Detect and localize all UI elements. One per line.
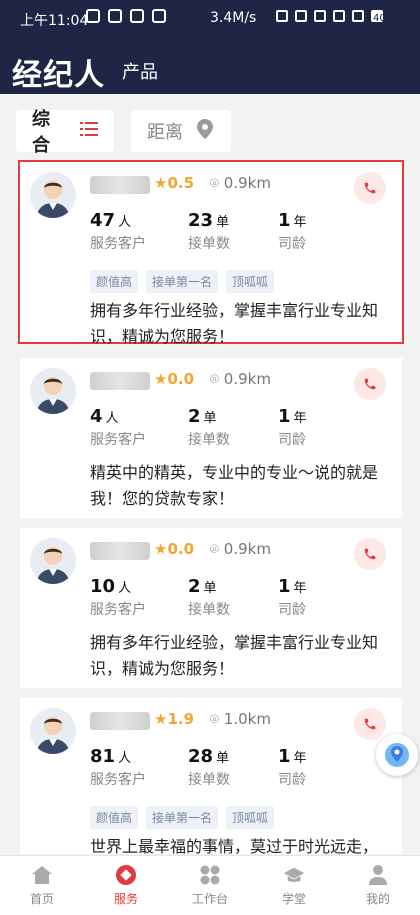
stat-customers: 4 人服务客户	[90, 406, 146, 448]
avatar	[30, 708, 76, 754]
phone-icon	[364, 548, 376, 560]
location-pin-icon: ⌾	[210, 540, 224, 558]
app-notification-icon	[152, 9, 166, 23]
agent-description: 精英中的精英，专业中的专业～说的就是我！您的贷款专家！	[90, 463, 379, 508]
bottom-nav: 首页 服务 工作台 学堂 我的	[0, 855, 420, 915]
home-icon	[31, 864, 53, 886]
bluetooth-icon	[276, 10, 288, 22]
agent-tags: 颜值高 接单第一名 顶呱呱	[90, 270, 275, 293]
phone-icon	[364, 182, 376, 194]
page-title: 经纪人	[12, 58, 105, 93]
status-system-icons: 40	[276, 10, 386, 24]
signal-icon	[333, 10, 345, 22]
tag: 顶呱呱	[226, 806, 275, 829]
stat-tenure: 1 年司龄	[278, 210, 307, 252]
nav-workbench[interactable]: 工作台	[168, 856, 252, 915]
agent-rating: ★0.0	[154, 370, 195, 388]
star-icon: ★	[154, 710, 168, 728]
location-pin-icon: ⌾	[210, 370, 224, 388]
list-icon	[80, 121, 98, 142]
alarm-icon	[295, 10, 307, 22]
stat-tenure: 1 年司龄	[278, 406, 307, 448]
agent-tags: 颜值高 接单第一名 顶呱呱	[90, 806, 275, 829]
tag: 颜值高	[90, 806, 139, 829]
location-pin-icon: ⌾	[210, 174, 224, 192]
wifi-icon	[352, 10, 364, 22]
profile-icon	[367, 864, 389, 886]
stat-orders: 23 单接单数	[188, 210, 230, 252]
product-tab[interactable]: 产品	[122, 58, 158, 84]
agent-rating: ★1.9	[154, 710, 195, 728]
signal-icon	[314, 10, 326, 22]
call-button[interactable]	[354, 172, 386, 204]
avatar	[30, 172, 76, 218]
map-pin-icon	[385, 743, 409, 767]
stat-customers: 81 人服务客户	[90, 746, 146, 788]
location-pin-icon: ⌾	[210, 710, 224, 728]
filter-label: 距离	[147, 122, 183, 143]
app-notification-icon	[130, 9, 144, 23]
tag: 顶呱呱	[226, 270, 275, 293]
agent-description: 世界上最幸福的事情，莫过于时光远走，	[90, 837, 379, 854]
nav-service[interactable]: 服务	[84, 856, 168, 915]
agent-rating: ★0.5	[154, 174, 195, 192]
avatar	[30, 538, 76, 584]
agent-name-blurred	[90, 372, 150, 390]
tag: 接单第一名	[146, 270, 219, 293]
stat-tenure: 1 年司龄	[278, 746, 307, 788]
tag: 接单第一名	[146, 806, 219, 829]
map-floating-button[interactable]	[376, 734, 418, 776]
agent-card[interactable]: ★0.0 ⌾ 0.9km 4 人服务客户 2 单接单数 1 年司龄 精英中的精英，专业…	[20, 358, 402, 518]
agent-description: 拥有多年行业经验，掌握丰富行业专业知识，精诚为您服务！	[90, 633, 379, 678]
agent-name-blurred	[90, 176, 150, 194]
status-app-icons	[86, 9, 166, 23]
agent-card[interactable]: ★1.9 ⌾ 1.0km 81 人服务客户 28 单接单数 1 年司龄 颜值高 接单第…	[20, 698, 402, 854]
stat-customers: 10 人服务客户	[90, 576, 146, 618]
call-button[interactable]	[354, 538, 386, 570]
agent-card[interactable]: ★0.5 ⌾ 0.9km 47 人服务客户 23 单接单数 1 年司龄 颜值高 接单第…	[18, 160, 404, 346]
agent-distance: ⌾ 0.9km	[210, 540, 271, 558]
filter-bar: 综合 距离	[0, 94, 420, 160]
star-icon: ★	[154, 370, 168, 388]
top-header: 上午11:04 3.4M/s 40 经纪人 产品	[0, 0, 420, 94]
agent-distance: ⌾ 0.9km	[210, 174, 271, 192]
stat-customers: 47 人服务客户	[90, 210, 146, 252]
filter-distance[interactable]: 距离	[131, 110, 231, 152]
tag: 颜值高	[90, 270, 139, 293]
filter-comprehensive[interactable]: 综合	[16, 109, 114, 156]
stat-orders: 2 单接单数	[188, 576, 230, 618]
network-speed: 3.4M/s	[210, 10, 257, 26]
app-notification-icon	[86, 9, 100, 23]
agent-name-blurred	[90, 712, 150, 730]
phone-icon	[364, 718, 376, 730]
agent-distance: ⌾ 1.0km	[210, 710, 271, 728]
call-button[interactable]	[354, 708, 386, 740]
stat-orders: 2 单接单数	[188, 406, 230, 448]
agent-distance: ⌾ 0.9km	[210, 370, 271, 388]
nav-profile[interactable]: 我的	[336, 856, 420, 915]
agent-rating: ★0.0	[154, 540, 195, 558]
call-button[interactable]	[354, 368, 386, 400]
stat-orders: 28 单接单数	[188, 746, 230, 788]
graduation-cap-icon	[283, 864, 305, 886]
filter-label: 综合	[32, 109, 50, 156]
status-bar: 上午11:04 3.4M/s 40	[0, 0, 420, 36]
status-time: 上午11:04	[20, 13, 89, 29]
stat-tenure: 1 年司龄	[278, 576, 307, 618]
star-icon: ★	[154, 540, 168, 558]
nav-academy[interactable]: 学堂	[252, 856, 336, 915]
phone-icon	[364, 378, 376, 390]
agent-description: 拥有多年行业经验，掌握丰富行业专业知识，精诚为您服务！	[90, 301, 379, 346]
battery-icon: 40	[371, 10, 386, 24]
service-icon	[115, 864, 137, 886]
star-icon: ★	[154, 174, 168, 192]
location-pin-icon	[197, 118, 213, 144]
app-notification-icon	[108, 9, 122, 23]
agent-card[interactable]: ★0.0 ⌾ 0.9km 10 人服务客户 2 单接单数 1 年司龄 拥有多年行业经验…	[20, 528, 402, 688]
agent-name-blurred	[90, 542, 150, 560]
agent-list[interactable]: ★0.5 ⌾ 0.9km 47 人服务客户 23 单接单数 1 年司龄 颜值高 接单第…	[16, 152, 406, 854]
nav-home[interactable]: 首页	[0, 856, 84, 915]
avatar	[30, 368, 76, 414]
workbench-icon	[199, 864, 221, 886]
